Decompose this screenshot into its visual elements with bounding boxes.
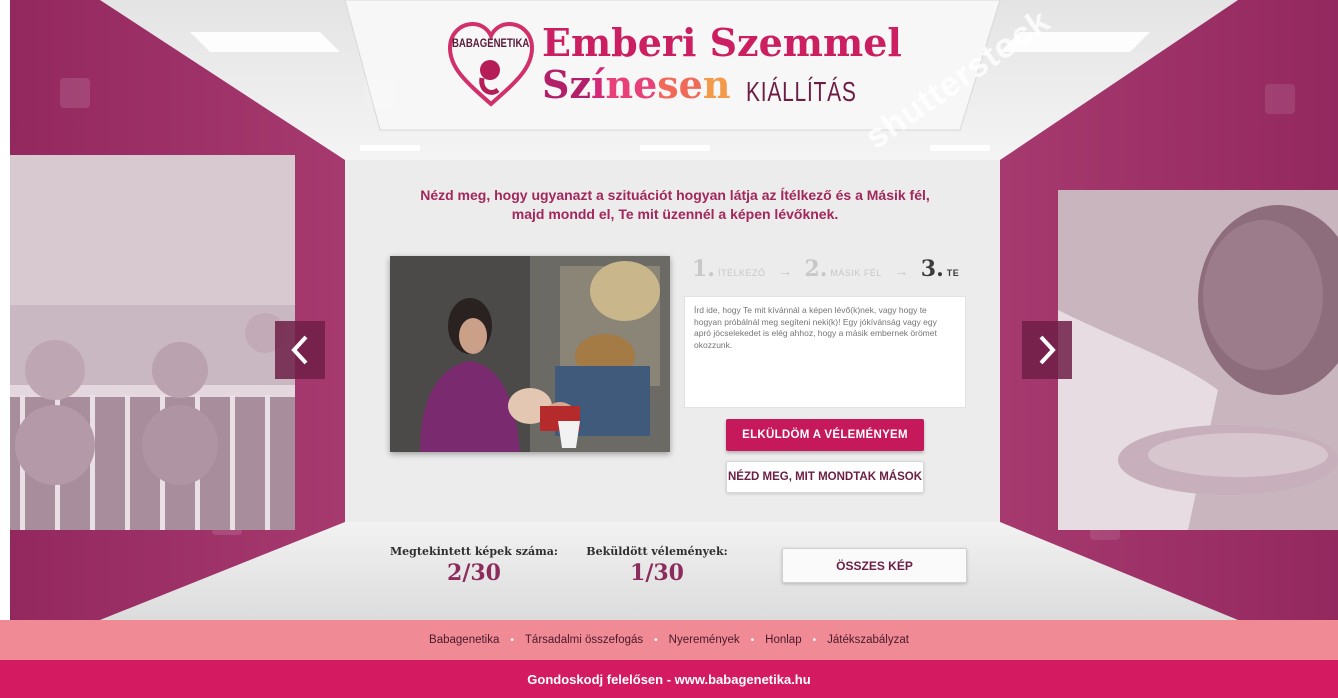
- footer-link-nyeremenyek[interactable]: Nyeremények: [669, 634, 740, 646]
- footer-link-jatekszabalyzat[interactable]: Játékszabályzat: [827, 634, 909, 646]
- separator-dot: •: [812, 634, 817, 646]
- separator-dot: •: [654, 634, 658, 646]
- all-images-button[interactable]: ÖSSZES KÉP: [782, 548, 967, 583]
- progress-steps: 1. ÍTÉLKEZŐ → 2. MÁSIK FÉL → 3. TE: [692, 256, 962, 286]
- gallery-room: BABAGENETIKA Emberi Szemmel Színesen KIÁ…: [0, 0, 1338, 620]
- main-exhibit-photo: [390, 256, 670, 452]
- next-image-button[interactable]: [1022, 321, 1072, 379]
- exhibition-logo: BABAGENETIKA Emberi Szemmel Színesen KIÁ…: [446, 20, 926, 110]
- chevron-right-icon: [1039, 335, 1056, 365]
- submitted-opinions-stat: Beküldött vélemények: 1/30: [586, 545, 728, 586]
- arrow-right-icon: →: [777, 263, 792, 279]
- chevron-left-icon: [291, 335, 308, 365]
- heart-fetus-icon: [447, 21, 535, 107]
- step-1: 1. ÍTÉLKEZŐ: [692, 256, 766, 282]
- viewed-images-stat: Megtekintett képek száma: 2/30: [390, 545, 558, 586]
- step-2: 2. MÁSIK FÉL: [804, 256, 882, 282]
- title-suffix: KIÁLLÍTÁS: [746, 76, 857, 107]
- footer-link-honlap[interactable]: Honlap: [765, 634, 801, 646]
- footer-tagline[interactable]: Gondoskodj felelősen - www.babagenetika.…: [0, 660, 1338, 698]
- step-3: 3. TE: [920, 256, 960, 282]
- arrow-right-icon: →: [894, 263, 909, 279]
- title-line1: Emberi Szemmel: [542, 20, 902, 65]
- footer-link-babagenetika[interactable]: Babagenetika: [429, 634, 499, 646]
- brand-name: BABAGENETIKA: [452, 36, 530, 50]
- footer-link-tarsadalmi-osszefogas[interactable]: Társadalmi összefogás: [525, 634, 643, 646]
- separator-dot: •: [750, 634, 755, 646]
- previous-image-button[interactable]: [275, 321, 325, 379]
- left-gallery-photo: [10, 155, 295, 530]
- title-line2: Színesen: [542, 62, 731, 107]
- right-gallery-photo: [1058, 190, 1338, 530]
- intro-text: Nézd meg, hogy ugyanazt a szituációt hog…: [420, 187, 930, 222]
- separator-dot: •: [510, 634, 514, 646]
- send-opinion-button[interactable]: ELKÜLDÖM A VÉLEMÉNYEM: [726, 419, 924, 451]
- footer-nav: Babagenetika • Társadalmi összefogás • N…: [0, 620, 1338, 660]
- view-others-opinions-button[interactable]: NÉZD MEG, MIT MONDTAK MÁSOK: [726, 461, 924, 493]
- opinion-textarea[interactable]: [684, 296, 966, 408]
